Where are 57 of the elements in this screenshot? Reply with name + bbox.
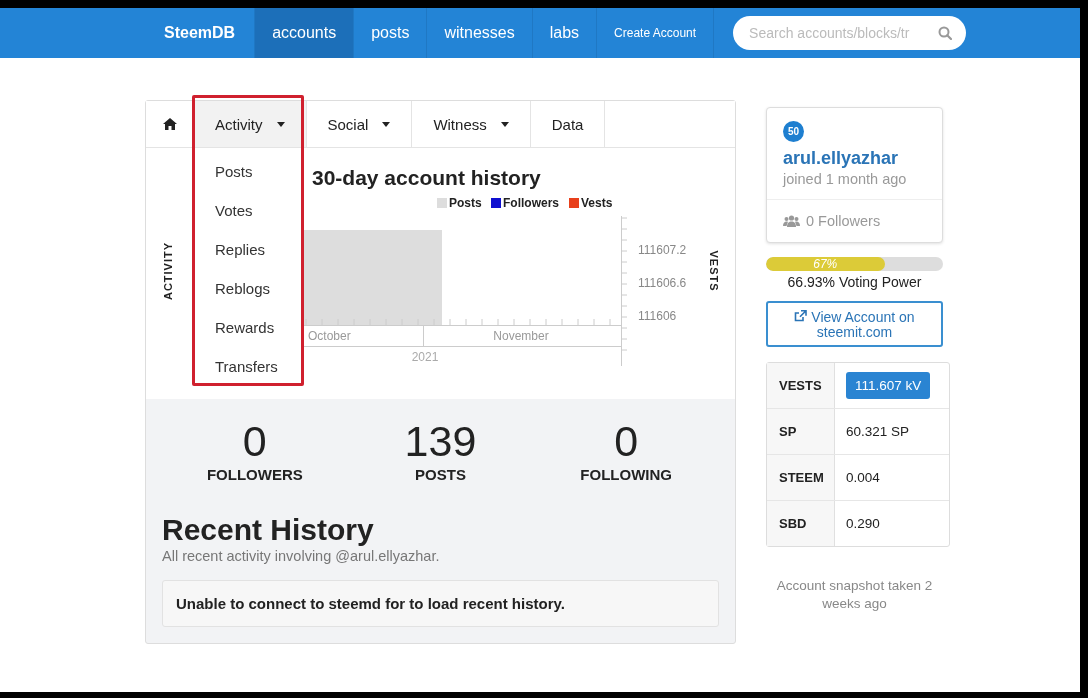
stat-label: FOLLOWERS	[206, 466, 303, 483]
menu-item[interactable]: Transfers	[194, 347, 304, 386]
axis-tick-label: 2021	[411, 350, 439, 364]
snapshot-note: Account snapshot taken 2 weeks ago	[775, 577, 934, 613]
table-cell: SBD	[779, 516, 807, 531]
table-cell: 60.321 SP	[846, 424, 910, 439]
nav-link[interactable]: Create Account	[597, 8, 715, 58]
legend-label: Followers	[503, 196, 559, 210]
voting-power-percent: 67%	[813, 257, 838, 271]
value-badge: 111.607 kV	[846, 372, 931, 399]
dropdown-tab[interactable]: Activity	[194, 101, 307, 147]
stat-value: 0	[242, 419, 267, 463]
caret-icon	[382, 121, 391, 127]
chart-title: 30-day account history	[312, 166, 541, 189]
caret-icon	[276, 121, 285, 127]
axis-tick-label: 111606.6	[638, 276, 687, 290]
followers-count: 0 Followers	[806, 213, 881, 229]
section-subtitle: All recent activity involving @arul.ellyazhar.	[162, 548, 440, 564]
external-link-icon	[794, 310, 808, 322]
home-icon	[162, 118, 177, 130]
joined-text: joined 1 month ago	[783, 171, 907, 187]
voting-power-caption: 66.93% Voting Power	[786, 274, 923, 290]
users-icon	[783, 215, 800, 227]
table-cell: 0.004	[846, 470, 880, 485]
menu-item[interactable]: Rewards	[194, 308, 304, 347]
axis-tick-label: October	[308, 329, 351, 343]
table-cell: SP	[779, 424, 797, 439]
axis-tick-label: November	[493, 329, 549, 343]
stat-value: 0	[614, 419, 639, 463]
view-account-button[interactable]: View Account on steemit.com	[766, 301, 943, 347]
nav-link[interactable]: posts	[354, 8, 428, 58]
section-title: Recent History	[162, 513, 374, 547]
table-cell: 0.290	[846, 516, 880, 531]
menu-item[interactable]: Votes	[194, 191, 304, 230]
notice-message: Unable to connect to steemd for to load recent history.	[162, 580, 719, 627]
search-icon	[938, 26, 953, 40]
nav-link[interactable]: labs	[532, 8, 598, 58]
axis-label: VESTS	[708, 250, 720, 292]
legend-label: Posts	[449, 196, 482, 210]
table-cell: STEEM	[779, 470, 824, 485]
reputation-badge: 50	[783, 121, 804, 142]
menu-item[interactable]: Replies	[194, 230, 304, 269]
table-cell: VESTS	[779, 378, 822, 393]
axis-tick-label: 111607.2	[638, 243, 687, 257]
axis-tick-label: 111606	[638, 309, 677, 323]
stat-label: POSTS	[415, 466, 466, 483]
menu-item[interactable]: Posts	[194, 152, 304, 191]
caret-icon	[500, 121, 509, 127]
stat-label: FOLLOWING	[580, 466, 672, 483]
nav-link[interactable]: accounts	[255, 8, 355, 58]
menu-item[interactable]: Reblogs	[194, 269, 304, 308]
legend-label: Vests	[581, 196, 613, 210]
search-field[interactable]: Search accounts/blocks/tr	[733, 16, 967, 50]
axis-label: ACTIVITY	[162, 241, 174, 301]
nav-link[interactable]: witnesses	[427, 8, 533, 58]
account-name[interactable]: arul.ellyazhar	[783, 148, 899, 169]
stat-value: 139	[404, 419, 477, 463]
